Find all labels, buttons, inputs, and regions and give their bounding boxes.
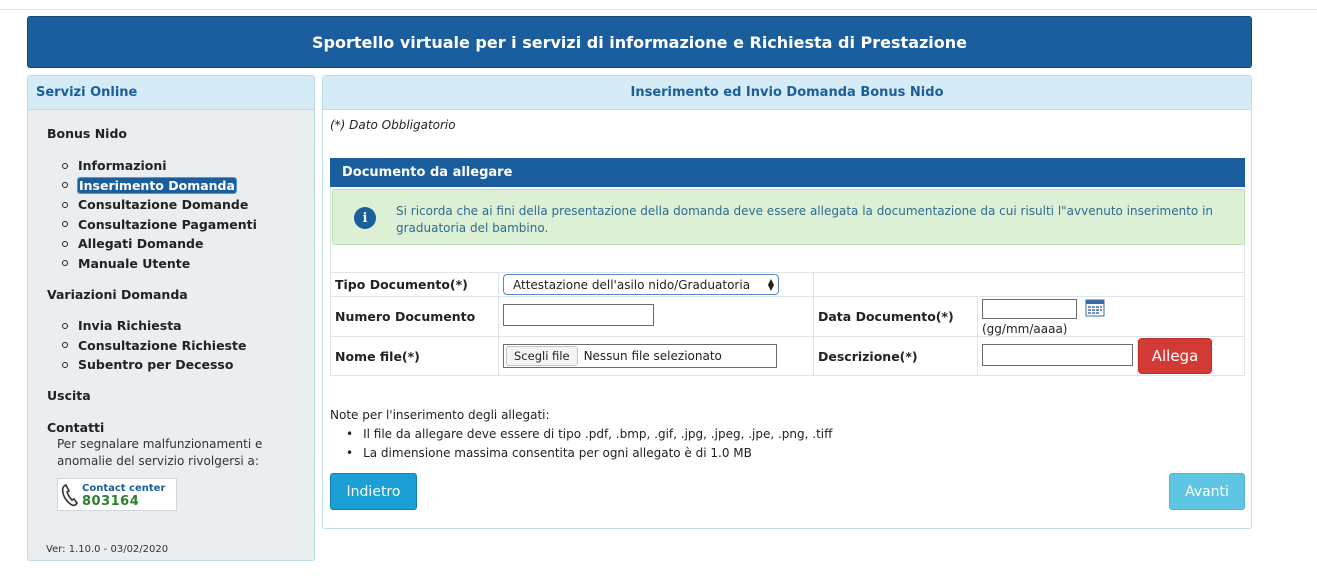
doc-section-title: Documento da allegare [330, 158, 1245, 187]
choose-file-button[interactable]: Scegli file [506, 346, 578, 366]
back-button[interactable]: Indietro [330, 473, 417, 510]
required-note: (*) Dato Obbligatorio [330, 118, 456, 132]
attachment-form: Tipo Documento(*) Attestazione dell'asil… [330, 272, 1245, 376]
notes-list: Il file da allegare deve essere di tipo … [360, 425, 832, 463]
bullet-icon [62, 221, 68, 228]
list-item: La dimensione massima consentita per ogn… [360, 444, 832, 463]
sidebar-title: Servizi Online [28, 76, 314, 110]
bullet-icon [62, 260, 68, 267]
next-button[interactable]: Avanti [1169, 473, 1245, 510]
tipo-documento-value: Attestazione dell'asilo nido/Graduatoria [513, 277, 751, 292]
link-informazioni[interactable]: Informazioni [78, 158, 167, 173]
link-manuale-utente[interactable]: Manuale Utente [78, 256, 190, 271]
link-inserimento-domanda[interactable]: Inserimento Domanda [77, 176, 237, 194]
numero-documento-label: Numero Documento [330, 296, 499, 337]
sidebar-item-inserimento-domanda[interactable]: Inserimento Domanda [62, 176, 257, 196]
sidebar-item-manuale-utente[interactable]: Manuale Utente [62, 254, 257, 274]
link-consultazione-pagamenti[interactable]: Consultazione Pagamenti [78, 217, 257, 232]
contact-text: Per segnalare malfunzionamenti e anomali… [57, 437, 263, 468]
info-alert-text: Si ricorda che ai fini della presentazio… [396, 204, 1214, 235]
info-alert: i Si ricorda che ai fini della presentaz… [332, 189, 1245, 245]
notes-title: Note per l'inserimento degli allegati: [330, 408, 550, 422]
menu-bonus-nido: Informazioni Inserimento Domanda Consult… [62, 156, 257, 273]
sidebar-item-subentro-decesso[interactable]: Subentro per Decesso [62, 355, 246, 375]
data-documento-label: Data Documento(*) [813, 296, 978, 337]
version-label: Ver: 1.10.0 - 03/02/2020 [46, 544, 169, 555]
page-header: Sportello virtuale per i servizi di info… [27, 16, 1252, 68]
link-invia-richiesta[interactable]: Invia Richiesta [78, 318, 182, 333]
bullet-icon [62, 201, 68, 208]
link-allegati-domande[interactable]: Allegati Domande [78, 236, 203, 251]
sidebar-item-invia-richiesta[interactable]: Invia Richiesta [62, 316, 246, 336]
top-divider [0, 9, 1317, 10]
sidebar-item-informazioni[interactable]: Informazioni [62, 156, 257, 176]
section-bonus-nido: Bonus Nido [47, 126, 127, 141]
sidebar-item-allegati-domande[interactable]: Allegati Domande [62, 234, 257, 254]
bullet-icon [62, 361, 68, 368]
data-documento-input[interactable] [982, 299, 1077, 319]
contact-center-label: Contact center [82, 482, 166, 494]
sidebar-item-uscita[interactable]: Uscita [47, 388, 91, 403]
section-contatti: Contatti [47, 420, 105, 435]
bullet-icon [62, 240, 68, 247]
nome-file-label: Nome file(*) [330, 336, 499, 376]
bullet-icon [62, 182, 68, 189]
descrizione-label: Descrizione(*) [813, 336, 978, 376]
section-variazioni-domanda: Variazioni Domanda [47, 287, 188, 302]
bullet-icon [62, 342, 68, 349]
sidebar: Servizi Online Bonus Nido Informazioni I… [27, 75, 315, 561]
tipo-documento-label: Tipo Documento(*) [330, 272, 499, 297]
info-icon: i [354, 207, 376, 229]
file-status: Nessun file selezionato [583, 349, 722, 363]
numero-documento-input[interactable] [503, 304, 654, 326]
bullet-icon [62, 322, 68, 329]
allega-button[interactable]: Allega [1138, 338, 1212, 374]
main-panel: Inserimento ed Invio Domanda Bonus Nido … [322, 75, 1252, 529]
list-item: Il file da allegare deve essere di tipo … [360, 425, 832, 444]
bullet-icon [62, 162, 68, 169]
sidebar-item-consultazione-domande[interactable]: Consultazione Domande [62, 195, 257, 215]
doc-section-body: i Si ricorda che ai fini della presentaz… [330, 187, 1245, 274]
contact-center-badge[interactable]: Contact center 803164 [57, 478, 177, 511]
main-title: Inserimento ed Invio Domanda Bonus Nido [323, 76, 1251, 110]
sidebar-item-consultazione-pagamenti[interactable]: Consultazione Pagamenti [62, 215, 257, 235]
page-title: Sportello virtuale per i servizi di info… [311, 32, 968, 52]
link-consultazione-domande[interactable]: Consultazione Domande [78, 197, 248, 212]
contact-center-number: 803164 [82, 493, 140, 509]
link-subentro-decesso[interactable]: Subentro per Decesso [78, 357, 233, 372]
tipo-documento-select[interactable]: Attestazione dell'asilo nido/Graduatoria… [503, 274, 779, 295]
descrizione-input[interactable] [982, 343, 1133, 366]
chevron-updown-icon: ▲ ▼ [767, 276, 774, 292]
sidebar-item-consultazione-richieste[interactable]: Consultazione Richieste [62, 336, 246, 356]
calendar-icon[interactable] [1085, 299, 1105, 317]
file-input[interactable]: Scegli file Nessun file selezionato [503, 344, 777, 368]
phone-icon [58, 480, 82, 510]
link-consultazione-richieste[interactable]: Consultazione Richieste [78, 338, 246, 353]
data-format-hint: (gg/mm/aaaa) [982, 322, 1068, 336]
attachment-notes: Note per l'inserimento degli allegati: I… [330, 406, 832, 463]
menu-variazioni: Invia Richiesta Consultazione Richieste … [62, 316, 246, 375]
empty-cell [813, 272, 1245, 297]
